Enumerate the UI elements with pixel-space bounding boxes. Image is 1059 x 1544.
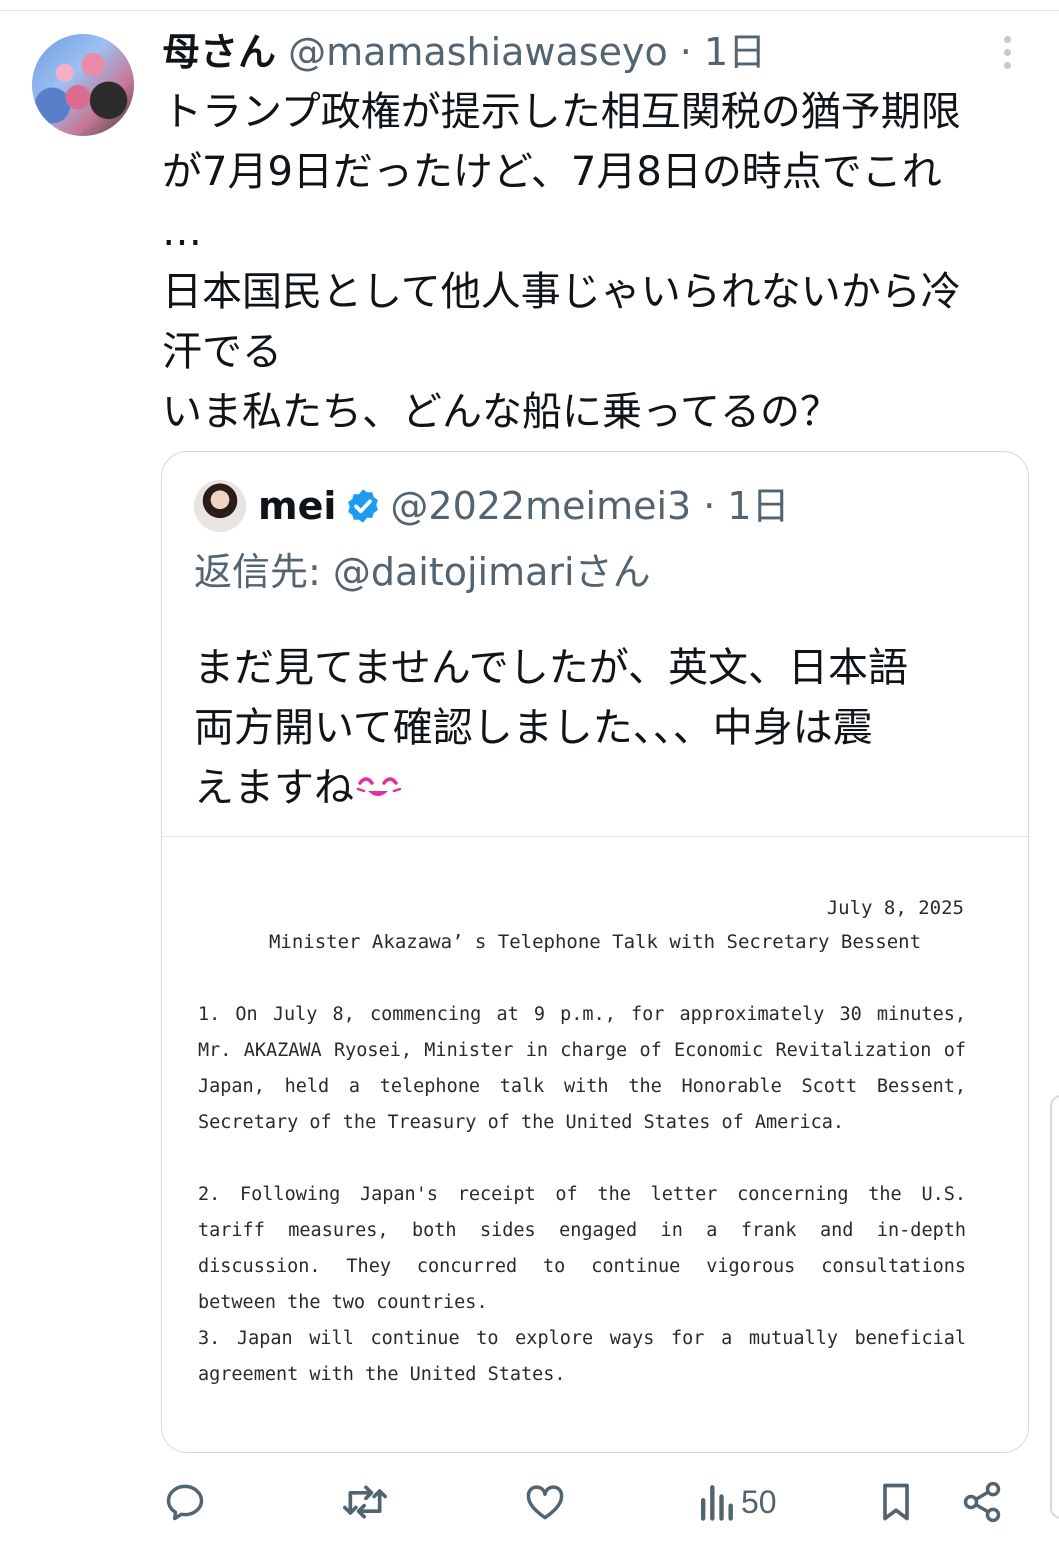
bookmark-button[interactable] <box>874 1470 918 1534</box>
author-avatar[interactable] <box>32 34 134 136</box>
retweet-button[interactable] <box>341 1470 389 1534</box>
reply-icon <box>166 1484 204 1521</box>
quoted-handle-time[interactable]: @2022meimei3 · 1日 <box>390 484 789 528</box>
like-button[interactable] <box>523 1470 567 1534</box>
views-button[interactable]: 50 <box>697 1470 777 1534</box>
tweet-line: いま私たち、どんな船に乗ってるの？ <box>162 389 840 435</box>
document-paragraph: 2. Following Japan's receipt of the lett… <box>198 1184 966 1313</box>
quoted-author-name[interactable]: mei <box>258 484 336 528</box>
author-name[interactable]: 母さん <box>162 30 276 74</box>
tweet-line: 汗でる <box>162 329 282 375</box>
more-options-icon[interactable] <box>995 36 1019 76</box>
document-paragraph: 1. On July 8, commencing at 9 p.m., for … <box>198 1004 966 1133</box>
tweet-line: … <box>162 209 202 255</box>
retweet-icon <box>343 1485 387 1519</box>
quoted-line: えますね <box>194 765 354 811</box>
blushing-face-emoji-icon <box>356 777 402 796</box>
like-icon <box>526 1485 564 1520</box>
quoted-header: mei @2022meimei3 · 1日 <box>258 478 790 534</box>
bookmark-icon <box>883 1483 909 1521</box>
views-count: 50 <box>741 1483 777 1520</box>
quoted-text: まだ見てませんでしたが、英文、日本語 両方開いて確認しました、、、中身は震 えま… <box>194 638 994 818</box>
author-handle-time[interactable]: @mamashiawaseyo · 1日 <box>276 30 766 74</box>
tweet-header: 母さん @mamashiawaseyo · 1日 <box>162 26 766 78</box>
verified-badge-icon <box>348 489 379 523</box>
share-icon <box>963 1481 1001 1523</box>
action-bar: 50 <box>0 1470 1059 1540</box>
scroll-edge <box>1050 1095 1059 1519</box>
tweet-line: 日本国民として他人事じゃいられないから冷 <box>162 269 961 315</box>
document-paragraph: 3. Japan will continue to explore ways f… <box>198 1328 966 1385</box>
quoted-line: 両方開いて確認しました、、、中身は震 <box>194 705 873 751</box>
share-button[interactable] <box>960 1470 1004 1534</box>
quoted-tweet[interactable]: mei @2022meimei3 · 1日 返信先: @daitojimariさん… <box>161 451 1029 1453</box>
document-title: Minister Akazawa’ s Telephone Talk with … <box>268 931 922 953</box>
quoted-author-avatar[interactable] <box>194 480 246 532</box>
quoted-line-with-emoji: えますね <box>194 758 994 818</box>
tweet-text: トランプ政権が提示した相互関税の猶予期限 が7月9日だったけど、7月8日の時点で… <box>162 82 1032 442</box>
tweet-line: トランプ政権が提示した相互関税の猶予期限 <box>162 89 961 135</box>
quoted-line: まだ見てませんでしたが、英文、日本語 <box>194 645 908 691</box>
document-date: July 8, 2025 <box>826 897 964 919</box>
reply-to-label[interactable]: 返信先: @daitojimariさん <box>194 544 651 600</box>
tweet-line: が7月9日だったけど、7月8日の時点でこれ <box>162 149 942 195</box>
top-divider <box>0 10 1059 11</box>
reply-button[interactable] <box>163 1470 207 1534</box>
views-icon <box>700 1485 733 1521</box>
attached-document-image[interactable]: July 8, 2025 Minister Akazawa’ s Telepho… <box>162 836 1028 1452</box>
